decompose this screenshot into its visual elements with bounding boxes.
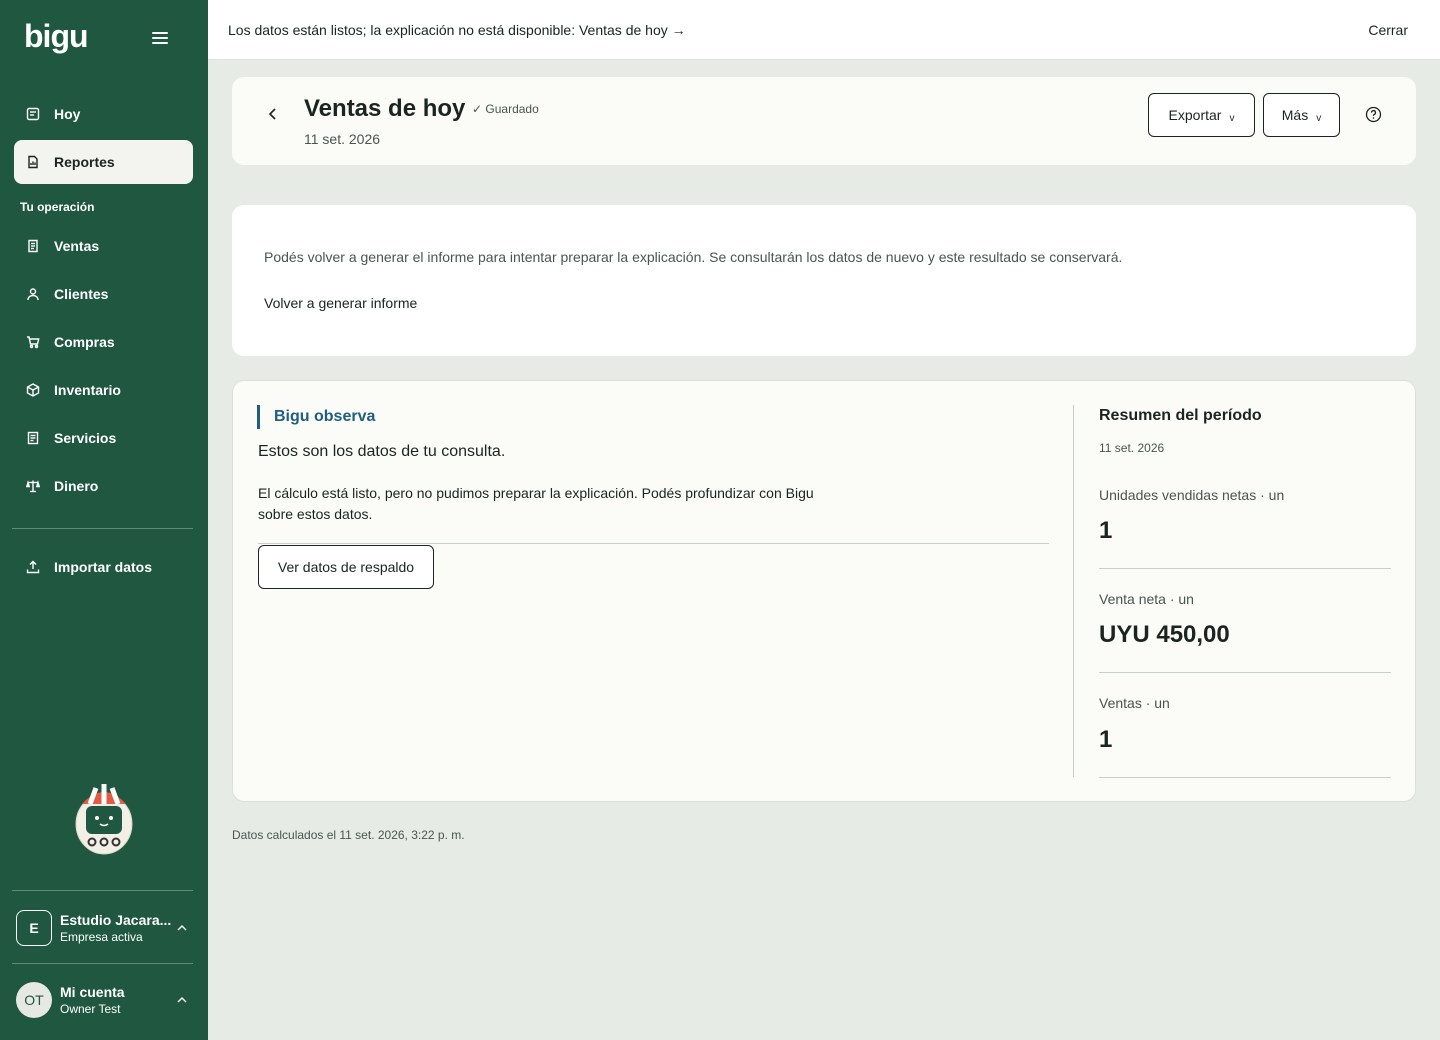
- report-content: Bigu observa Estos son los datos de tu c…: [232, 380, 1416, 802]
- sidebar-item-label: Servicios: [54, 430, 117, 446]
- chevron-up-icon: [177, 925, 187, 931]
- summary-title: Resumen del período: [1099, 407, 1262, 424]
- export-label: Exportar: [1168, 107, 1222, 123]
- notice-text: Podés volver a generar el informe para i…: [264, 249, 1123, 265]
- sidebar-item-ventas[interactable]: Ventas: [14, 224, 193, 268]
- page-title: Ventas de hoy: [304, 95, 466, 122]
- sidebar-item-inventario[interactable]: Inventario: [14, 368, 193, 412]
- metric-value: 1: [1099, 517, 1113, 544]
- account-title: Mi cuenta: [60, 984, 125, 1000]
- metric-divider: [1099, 568, 1391, 569]
- company-name: Estudio Jacara...: [60, 912, 172, 928]
- upload-icon: [26, 560, 40, 574]
- sidebar-item-label: Clientes: [54, 286, 109, 302]
- sidebar-item-clientes[interactable]: Clientes: [14, 272, 193, 316]
- regenerate-report-link[interactable]: Volver a generar informe: [264, 295, 417, 311]
- metric-label: Unidades vendidas netas · un: [1099, 487, 1285, 503]
- saved-status: ✓ Guardado: [472, 102, 539, 116]
- sidebar-item-label: Dinero: [54, 478, 99, 494]
- help-icon[interactable]: [1365, 106, 1382, 123]
- sidebar-divider: [12, 528, 193, 529]
- scale-icon: [26, 479, 40, 493]
- metric-value: 1: [1099, 726, 1113, 753]
- report-date: 11 set. 2026: [304, 131, 381, 147]
- sidebar-item-dinero[interactable]: Dinero: [14, 464, 193, 508]
- more-label: Más: [1281, 107, 1309, 123]
- sidebar-item-label: Ventas: [54, 238, 100, 254]
- banner-link[interactable]: Los datos están listos; la explicación n…: [228, 22, 686, 38]
- metric-label: Venta neta · un: [1099, 591, 1194, 607]
- observation-accent: [257, 405, 260, 429]
- today-icon: [26, 107, 40, 121]
- column-divider: [1073, 405, 1074, 777]
- regenerate-notice: Podés volver a generar el informe para i…: [232, 205, 1416, 356]
- observation-body: El cálculo está listo, pero no pudimos p…: [258, 485, 814, 522]
- sidebar-item-hoy[interactable]: Hoy: [14, 92, 193, 136]
- status-banner: Los datos están listos; la explicación n…: [208, 0, 1440, 60]
- close-banner-button[interactable]: Cerrar: [1368, 22, 1408, 38]
- observation-divider: [258, 543, 1049, 544]
- user-icon: [26, 287, 40, 301]
- account-menu[interactable]: OT Mi cuenta Owner Test: [16, 980, 196, 1020]
- account-name: Owner Test: [60, 1002, 121, 1016]
- view-backup-data-button[interactable]: Ver datos de respaldo: [258, 545, 434, 589]
- section-label-operacion: Tu operación: [20, 200, 95, 214]
- sidebar: bigu Hoy Reportes Tu operación Ventas Cl…: [0, 0, 208, 1040]
- sidebar-divider: [12, 890, 193, 891]
- menu-toggle-icon[interactable]: [152, 32, 168, 46]
- sidebar-item-label: Inventario: [54, 382, 121, 398]
- metric-divider: [1099, 777, 1391, 778]
- export-button[interactable]: Exportar v: [1148, 93, 1255, 137]
- metric-divider: [1099, 672, 1391, 673]
- calculation-timestamp: Datos calculados el 11 set. 2026, 3:22 p…: [232, 828, 465, 842]
- sidebar-divider: [12, 963, 193, 964]
- document-icon: [26, 431, 40, 445]
- receipt-icon: [26, 239, 40, 253]
- chevron-down-icon: v: [1229, 112, 1235, 124]
- company-switcher[interactable]: E Estudio Jacara... Empresa activa: [16, 908, 196, 948]
- observation-subtitle: Estos son los datos de tu consulta.: [258, 443, 506, 460]
- cart-icon: [26, 335, 40, 349]
- sidebar-item-servicios[interactable]: Servicios: [14, 416, 193, 460]
- metric-label: Ventas · un: [1099, 695, 1170, 711]
- back-arrow-icon[interactable]: [266, 107, 280, 121]
- chevron-up-icon: [177, 997, 187, 1003]
- more-button[interactable]: Más v: [1263, 93, 1340, 137]
- bigu-logo[interactable]: bigu: [24, 18, 89, 55]
- sidebar-item-label: Importar datos: [54, 559, 153, 575]
- sidebar-item-label: Compras: [54, 334, 115, 350]
- observation-title: Bigu observa: [274, 408, 376, 425]
- sidebar-item-compras[interactable]: Compras: [14, 320, 193, 364]
- reports-icon: [26, 155, 40, 169]
- summary-date: 11 set. 2026: [1099, 441, 1165, 455]
- company-avatar: E: [16, 910, 52, 946]
- box-icon: [26, 383, 40, 397]
- chevron-down-icon: v: [1316, 112, 1322, 124]
- mascot-illustration: [75, 784, 133, 855]
- sidebar-item-reportes[interactable]: Reportes: [14, 140, 193, 184]
- sidebar-item-label: Reportes: [54, 154, 115, 170]
- company-status: Empresa activa: [60, 930, 143, 944]
- sidebar-item-label: Hoy: [54, 106, 81, 122]
- avatar: OT: [16, 982, 52, 1018]
- metric-value: UYU 450,00: [1099, 621, 1230, 648]
- report-header: Ventas de hoy ✓ Guardado 11 set. 2026 Ex…: [232, 77, 1416, 165]
- sidebar-item-importar[interactable]: Importar datos: [14, 545, 193, 589]
